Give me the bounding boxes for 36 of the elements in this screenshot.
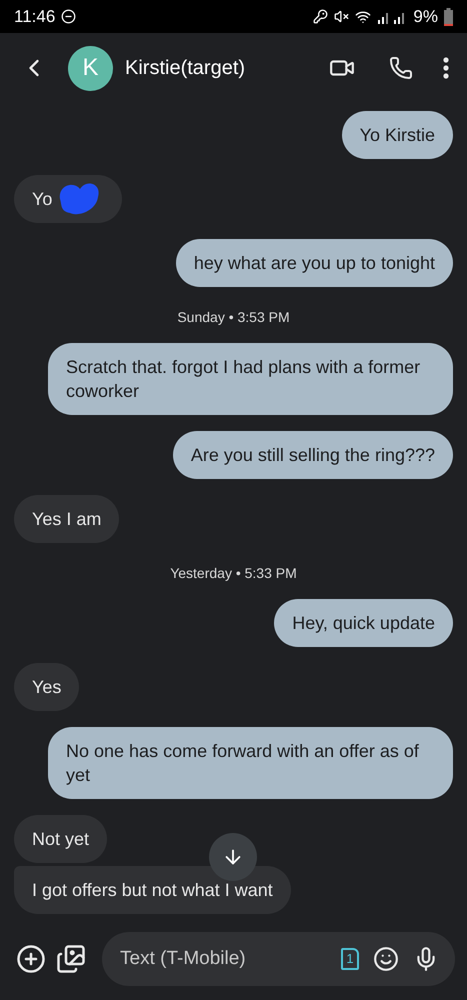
wifi-icon — [355, 8, 372, 24]
battery-percent: 9% — [413, 6, 438, 26]
plus-icon — [16, 944, 46, 974]
message-text: Yes — [32, 676, 62, 699]
message-text: Yo Kirstie — [360, 124, 435, 147]
message-text: Are you still selling the ring??? — [190, 444, 435, 467]
message-text: Hey, quick update — [292, 612, 435, 635]
message-text: Scratch that. forgot I had plans with a former coworker — [66, 356, 422, 403]
gallery-icon — [56, 944, 86, 974]
status-time: 11:46 — [14, 6, 56, 26]
message-text: Yo — [32, 188, 52, 211]
message-text: No one has come forward with an offer as of yet — [66, 740, 420, 787]
add-button[interactable] — [16, 944, 46, 974]
key-icon — [313, 9, 328, 24]
message-input[interactable]: Text (T-Mobile) — [118, 946, 327, 970]
date-label: Sunday • 3:53 PM — [177, 309, 290, 325]
emoji-icon — [373, 946, 399, 972]
battery-icon — [444, 8, 453, 26]
message-field[interactable]: Text (T-Mobile) 1 — [102, 932, 455, 986]
more-icon — [443, 57, 449, 79]
contact-name: Kirstie(target) — [125, 56, 246, 80]
phone-icon — [389, 56, 413, 80]
message-text: I got offers but not what I want — [32, 879, 273, 902]
message-text: Not yet — [32, 828, 90, 851]
date-label: Yesterday • 5:33 PM — [170, 565, 297, 581]
contact-avatar: K — [68, 46, 113, 90]
mute-icon — [334, 9, 350, 24]
sim-icon: 1 — [341, 948, 359, 970]
scroll-down-button[interactable] — [209, 833, 257, 881]
dnd-icon — [61, 9, 76, 24]
emoji-button[interactable] — [373, 946, 399, 972]
gallery-button[interactable] — [56, 944, 86, 974]
message-text: Yes I am — [32, 508, 102, 531]
message-text: hey what are you up to tonight — [194, 252, 435, 275]
phone-button[interactable] — [389, 56, 413, 80]
more-button[interactable] — [443, 57, 449, 79]
